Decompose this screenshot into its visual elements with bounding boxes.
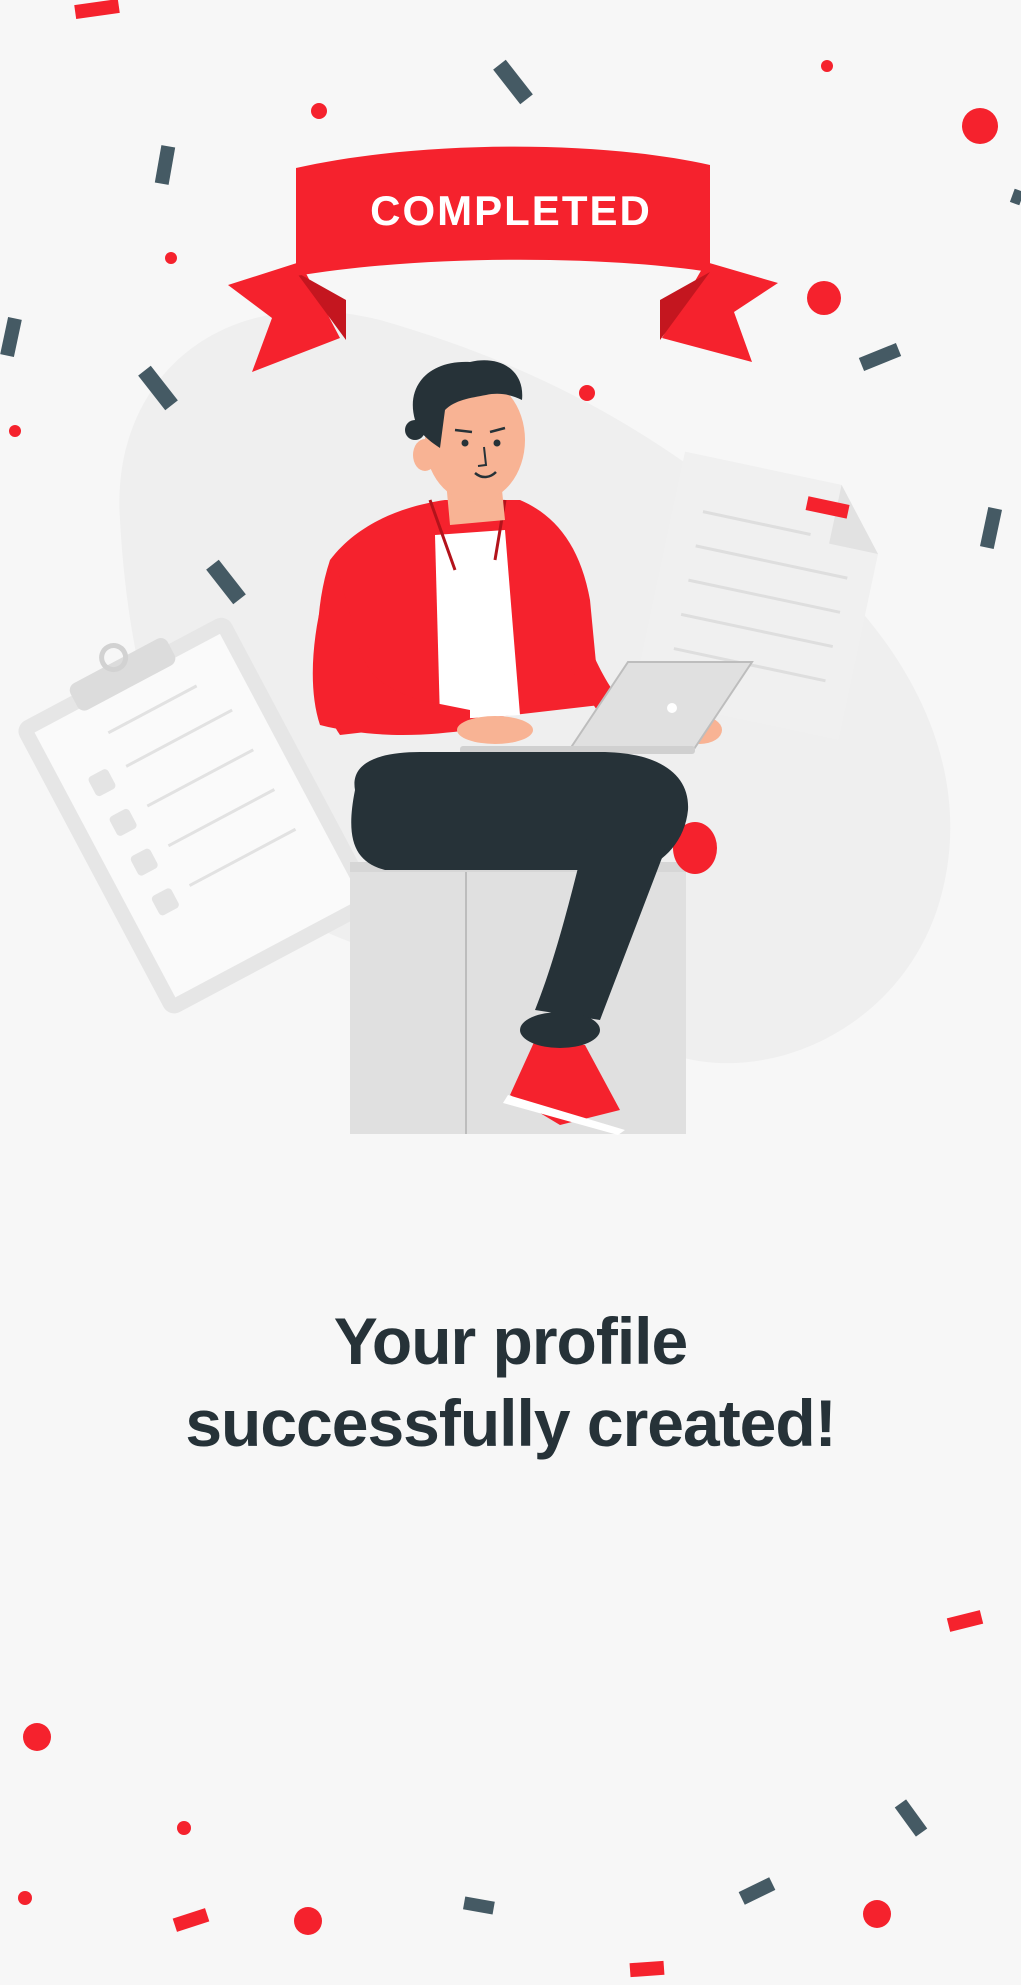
confetti-icon [18,1610,984,1978]
success-message: Your profile successfully created! [0,1300,1021,1464]
banner-title: COMPLETED [370,187,652,234]
success-message-line-2: successfully created! [185,1386,836,1460]
ribbon-banner: COMPLETED [228,146,778,372]
success-message-line-1: Your profile [333,1304,688,1378]
completed-illustration: COMPLETED [0,0,1021,1135]
success-screen: COMPLETED Your profile successfully crea… [0,0,1021,1985]
